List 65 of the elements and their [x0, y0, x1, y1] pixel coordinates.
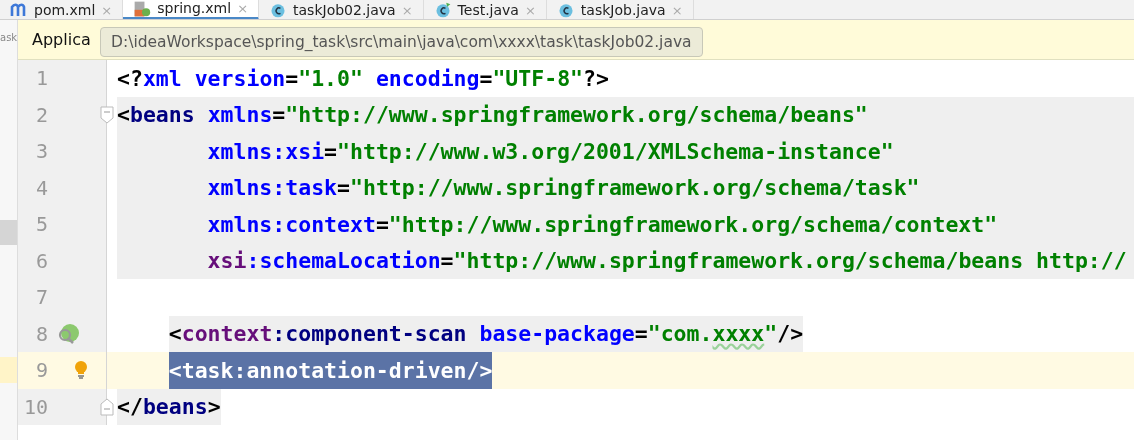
line-number: 10 [22, 394, 48, 419]
attribute-value: " [764, 321, 778, 347]
attribute-value: "com. [647, 321, 713, 347]
code-punctuation: < [168, 321, 182, 347]
line-number: 6 [34, 248, 48, 273]
attribute-value: "1.0" [298, 65, 364, 91]
namespace-prefix: context [181, 321, 273, 347]
maven-icon [10, 3, 28, 17]
line-number: 1 [34, 66, 48, 91]
code-punctuation: /> [777, 321, 804, 347]
attribute-value: "http://www.springframework.org/schema/context" [388, 211, 998, 237]
project-item[interactable]: ask [0, 32, 17, 43]
misspelled-word: xxxx [712, 321, 765, 347]
bean-search-icon[interactable] [56, 321, 80, 346]
file-path-tooltip: D:\ideaWorkspace\spring_task\src\main\java\com\xxxx\task\taskJob02.java [100, 27, 703, 57]
code-punctuation: > [207, 394, 221, 420]
attribute-name: encoding [375, 65, 480, 91]
code-punctuation: ?> [583, 65, 609, 91]
attribute-value: "http://www.springframework.org/schema/task" [350, 175, 920, 201]
attribute-name: xmlns:context [207, 211, 376, 237]
line-number: 2 [34, 102, 48, 127]
selected-code: <task:annotation-driven/> [168, 352, 493, 389]
close-icon[interactable]: × [401, 1, 413, 19]
code-punctuation: = [634, 321, 648, 347]
close-icon[interactable]: × [671, 1, 683, 19]
fold-icon[interactable] [100, 397, 114, 416]
attribute-name: xmlns:task [207, 175, 338, 201]
fold-icon[interactable] [100, 105, 114, 124]
attribute-value: "UTF-8" [492, 65, 584, 91]
line-number: 5 [34, 212, 48, 237]
line-number: 3 [34, 139, 48, 164]
tag-name: beans [142, 394, 208, 420]
line-number: 9 [34, 358, 48, 383]
notification-text: Applica [32, 30, 91, 49]
line-number: 8 [34, 321, 48, 346]
attribute-name: xmlns:xsi [207, 138, 325, 164]
attribute-name: xml version [142, 65, 286, 91]
code-punctuation: = [375, 211, 389, 237]
code-punctuation: = [272, 102, 286, 128]
code-punctuation: = [337, 175, 350, 201]
lightbulb-icon[interactable] [74, 360, 88, 380]
namespace-prefix: xsi [207, 248, 247, 274]
tag-name: beans [129, 102, 196, 128]
attribute-value: "http://www.w3.org/2001/XMLSchema-instance" [337, 138, 894, 164]
attribute-name: xmlns [207, 102, 273, 128]
editor-tab[interactable]: spring.xml × [123, 0, 260, 19]
code-punctuation: <? [117, 65, 143, 91]
attribute-value: "http://www.springframework.org/schema/beans" [285, 102, 868, 128]
close-icon[interactable]: × [524, 1, 536, 19]
code-punctuation: < [117, 102, 130, 128]
xml-file-icon [133, 0, 152, 18]
attribute-value: "http://www.springframework.org/schema/beans http:// [453, 248, 1127, 274]
code-punctuation: = [479, 65, 493, 91]
code-punctuation: = [324, 138, 338, 164]
code-punctuation: </ [117, 394, 143, 420]
close-icon[interactable]: × [101, 1, 113, 19]
code-punctuation: = [440, 248, 454, 274]
attribute-name: base-package [479, 321, 635, 347]
attribute-name: :schemaLocation [246, 248, 441, 274]
caret-line-highlight [0, 357, 17, 383]
line-number: 7 [34, 285, 48, 310]
tag-name: :component-scan [272, 321, 468, 347]
line-number: 4 [34, 175, 48, 200]
code-punctuation: = [285, 65, 299, 91]
close-icon[interactable]: × [237, 0, 249, 17]
